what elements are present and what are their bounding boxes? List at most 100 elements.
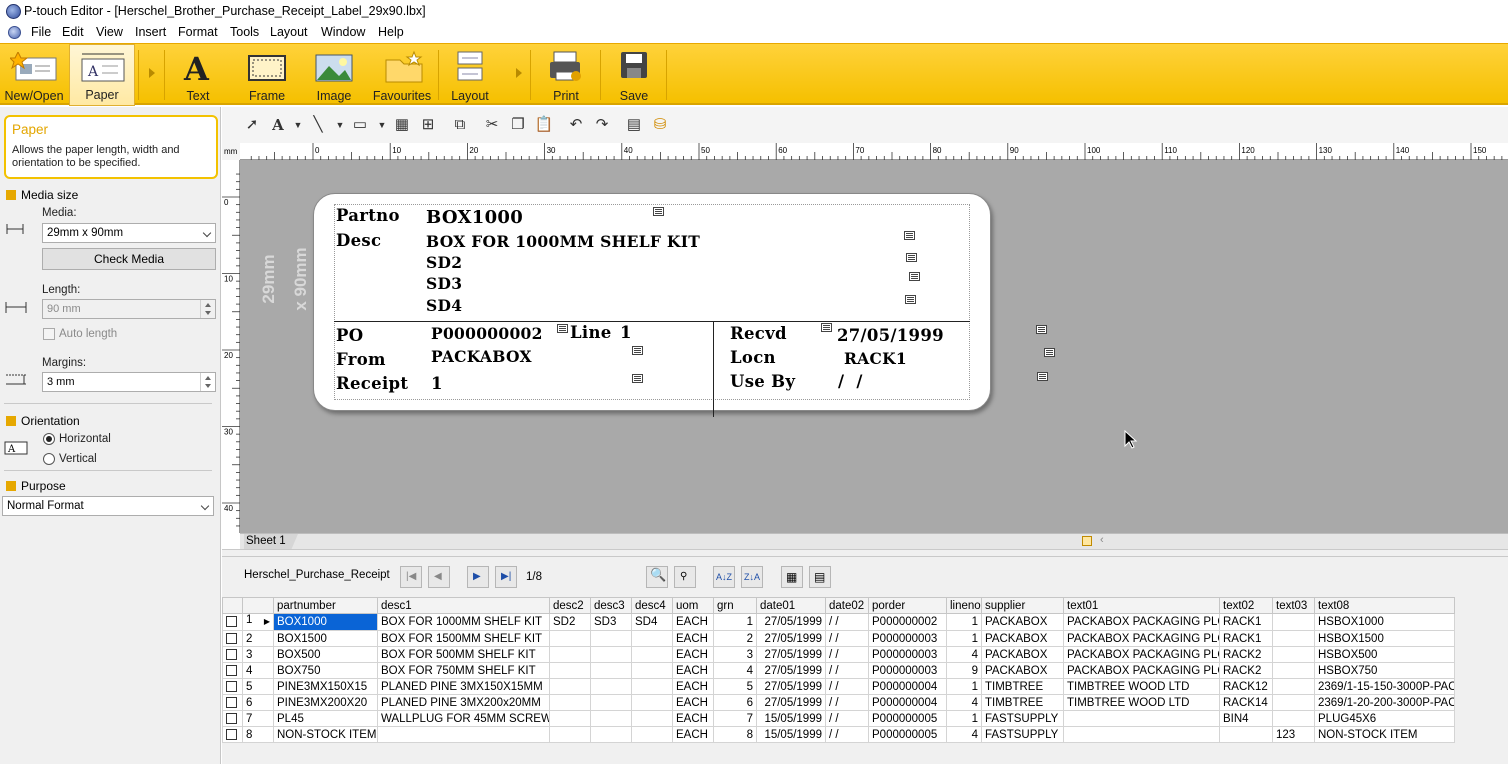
database-grid[interactable]: partnumber desc1 desc2 desc3 desc4 uom grn date… [222, 597, 1455, 743]
table-cell[interactable] [631, 678, 673, 695]
table-cell[interactable]: EACH [672, 662, 714, 679]
table-cell[interactable]: BIN4 [1219, 710, 1273, 727]
column-header[interactable]: text01 [1063, 597, 1220, 614]
table-cell[interactable]: SD3 [590, 613, 632, 631]
table-cell[interactable] [1272, 613, 1315, 631]
table-cell[interactable]: P000000005 [868, 710, 947, 727]
table-cell[interactable]: 2 [713, 630, 757, 647]
save-button[interactable]: Save [604, 44, 664, 106]
table-cell[interactable] [549, 662, 591, 679]
table-cell[interactable] [631, 630, 673, 647]
column-header[interactable]: desc1 [377, 597, 550, 614]
table-cell[interactable] [1272, 694, 1315, 711]
table-cell[interactable]: 4 [946, 646, 982, 663]
grid-view-button[interactable]: ▦ [781, 566, 803, 588]
horizontal-radio[interactable] [43, 433, 55, 445]
column-header[interactable]: partnumber [273, 597, 378, 614]
receipt-caption[interactable]: Receipt [336, 374, 408, 393]
table-cell[interactable] [1272, 646, 1315, 663]
table-cell[interactable]: 1 [946, 678, 982, 695]
database-field-icon[interactable] [1036, 325, 1047, 334]
table-cell[interactable] [549, 646, 591, 663]
table-cell[interactable]: 27/05/1999 [756, 630, 826, 647]
table-cell[interactable]: EACH [672, 613, 714, 631]
database-field-icon[interactable] [653, 207, 664, 216]
table-cell[interactable]: P000000005 [868, 726, 947, 743]
menu-insert[interactable]: Insert [135, 25, 166, 39]
redo-icon[interactable]: ↷ [592, 115, 612, 135]
table-cell[interactable]: RACK2 [1219, 662, 1273, 679]
row-checkbox[interactable] [226, 632, 237, 644]
table-cell[interactable]: 3 [713, 646, 757, 663]
menu-format[interactable]: Format [178, 25, 218, 39]
paper-button[interactable]: A Paper [69, 44, 135, 106]
table-cell[interactable]: HSBOX500 [1314, 646, 1455, 663]
row-checkbox-cell[interactable] [222, 678, 243, 695]
table-cell[interactable]: 27/05/1999 [756, 646, 826, 663]
vertical-radio[interactable] [43, 453, 55, 465]
row-checkbox[interactable] [226, 712, 237, 724]
column-header[interactable]: text02 [1219, 597, 1273, 614]
table-row[interactable]: 7 PL45 WALLPLUG FOR 45MM SCREW EACH 7 15/05/1… [222, 710, 1455, 727]
frame-button[interactable]: Frame [236, 44, 298, 106]
table-row[interactable]: 3 BOX500 BOX FOR 500MM SHELF KIT EACH 3 27/05… [222, 646, 1455, 663]
useby-value[interactable]: / / [838, 372, 863, 391]
table-cell[interactable]: EACH [672, 710, 714, 727]
paste-icon[interactable]: 📋 [534, 115, 554, 135]
align-icon[interactable]: ⊞ [418, 115, 438, 135]
database-field-icon[interactable] [904, 231, 915, 240]
row-checkbox-cell[interactable] [222, 613, 243, 631]
desc4-value[interactable]: SD4 [426, 296, 462, 315]
table-cell[interactable]: BOX FOR 1000MM SHELF KIT [377, 613, 550, 631]
column-header[interactable]: desc3 [590, 597, 632, 614]
table-cell[interactable]: BOX FOR 1500MM SHELF KIT [377, 630, 550, 647]
line-value[interactable]: 1 [620, 323, 632, 342]
table-cell[interactable]: 4 [946, 726, 982, 743]
table-cell[interactable] [1063, 726, 1220, 743]
table-cell[interactable]: WALLPLUG FOR 45MM SCREW [377, 710, 550, 727]
image-button[interactable]: Image [304, 44, 364, 106]
table-cell[interactable]: 4 [713, 662, 757, 679]
table-cell[interactable]: BOX FOR 750MM SHELF KIT [377, 662, 550, 679]
table-cell[interactable]: 1 [946, 710, 982, 727]
table-cell[interactable]: RACK1 [1219, 613, 1273, 631]
table-cell[interactable] [1063, 710, 1220, 727]
table-cell[interactable] [590, 694, 632, 711]
table-cell[interactable]: HSBOX750 [1314, 662, 1455, 679]
line-caption[interactable]: Line [570, 323, 612, 342]
table-cell[interactable]: 2369/1-20-200-3000P-PAO [1314, 694, 1455, 711]
sort-descending-button[interactable]: Z↓A [741, 566, 763, 588]
sheet-tab[interactable]: Sheet 1 [244, 534, 298, 549]
table-cell[interactable]: P000000003 [868, 662, 947, 679]
table-cell[interactable]: FASTSUPPLY [981, 710, 1064, 727]
table-cell[interactable]: 15/05/1999 [756, 710, 826, 727]
column-header[interactable]: grn [713, 597, 757, 614]
table-cell[interactable]: P000000003 [868, 630, 947, 647]
table-cell[interactable]: HSBOX1500 [1314, 630, 1455, 647]
prev-record-button[interactable]: ◀ [428, 566, 450, 588]
table-cell[interactable] [1219, 726, 1273, 743]
table-cell[interactable] [549, 694, 591, 711]
table-cell[interactable] [631, 726, 673, 743]
row-checkbox[interactable] [226, 696, 237, 708]
table-cell[interactable]: 4 [946, 694, 982, 711]
table-cell[interactable]: P000000003 [868, 646, 947, 663]
table-cell[interactable] [631, 694, 673, 711]
table-cell[interactable] [549, 726, 591, 743]
sort-ascending-button[interactable]: A↓Z [713, 566, 735, 588]
table-cell[interactable]: FASTSUPPLY [981, 726, 1064, 743]
row-checkbox-cell[interactable] [222, 710, 243, 727]
table-cell[interactable] [631, 710, 673, 727]
table-cell[interactable]: SD4 [631, 613, 673, 631]
table-cell[interactable] [549, 630, 591, 647]
table-cell[interactable]: TIMBTREE WOOD LTD [1063, 694, 1220, 711]
add-sheet-icon[interactable] [1082, 536, 1092, 546]
recvd-caption[interactable]: Recvd [730, 324, 787, 343]
table-cell[interactable]: BOX750 [273, 662, 378, 679]
table-cell[interactable] [549, 710, 591, 727]
select-pointer-icon[interactable]: ➚ [242, 115, 262, 135]
undo-icon[interactable]: ↶ [566, 115, 586, 135]
first-record-button[interactable]: |◀ [400, 566, 422, 588]
row-checkbox[interactable] [226, 664, 237, 676]
recvd-value[interactable]: 27/05/1999 [837, 326, 944, 345]
